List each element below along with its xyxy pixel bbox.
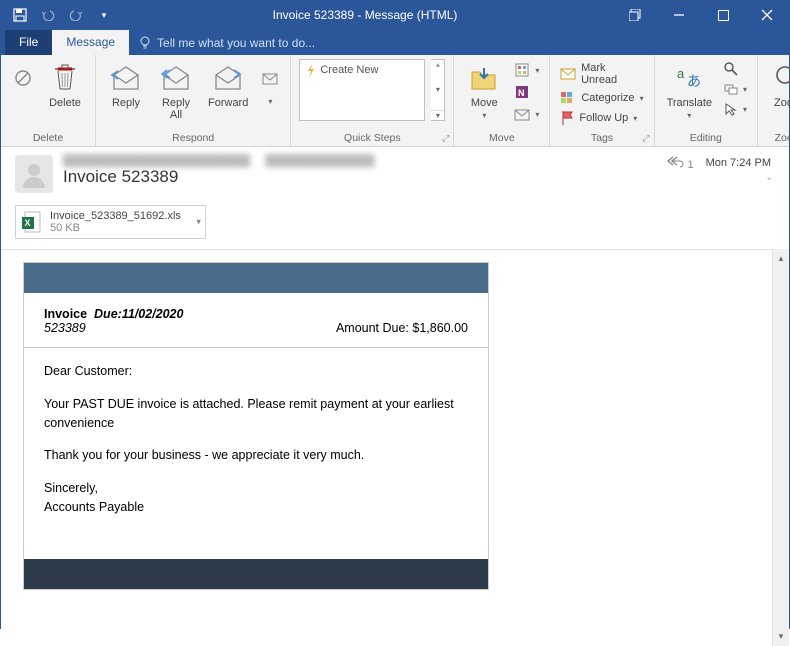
- forward-button[interactable]: Forward: [204, 59, 252, 111]
- find-button[interactable]: [722, 61, 749, 77]
- attachment-name: Invoice_523389_51692.xls: [50, 210, 181, 222]
- save-button[interactable]: [7, 4, 33, 26]
- group-label-move: Move: [462, 131, 541, 144]
- actions-button[interactable]: ▾: [512, 105, 541, 123]
- ribbon-group-move: Move▾ ▾ N ▾ Move: [454, 55, 550, 146]
- invoice-bottom-band: [24, 559, 488, 589]
- qat-customize[interactable]: ▾: [91, 4, 117, 26]
- quicksteps-expand[interactable]: ▾: [431, 110, 444, 120]
- translate-button[interactable]: aあ Translate▾: [663, 59, 716, 124]
- tab-message[interactable]: Message: [52, 30, 129, 55]
- tell-me-search[interactable]: Tell me what you want to do...: [129, 31, 325, 55]
- window-title: Invoice 523389 - Message (HTML): [117, 8, 613, 22]
- quick-access-toolbar: ▾: [1, 4, 117, 26]
- message-date: Mon 7:24 PM: [706, 157, 771, 169]
- message-body-wrap: Invoice Due:11/02/2020 523389 Amount Due…: [1, 249, 789, 646]
- restore-down-button[interactable]: [613, 1, 657, 29]
- invoice-greeting: Dear Customer:: [44, 362, 468, 381]
- reply-icon: [110, 61, 142, 95]
- invoice-p1: Your PAST DUE invoice is attached. Pleas…: [44, 395, 468, 433]
- group-label-delete: Delete: [9, 131, 87, 144]
- translate-icon: aあ: [675, 61, 703, 95]
- message-subject: Invoice 523389: [63, 167, 656, 187]
- respond-more-button[interactable]: ▾: [258, 59, 282, 108]
- categorize-button[interactable]: Categorize ▾: [558, 90, 645, 106]
- invoice-label: Invoice: [44, 307, 87, 321]
- quicksteps-down[interactable]: ▾: [431, 85, 444, 94]
- zoom-icon: [774, 61, 790, 95]
- ignore-button[interactable]: [9, 59, 37, 97]
- undo-button[interactable]: [35, 4, 61, 26]
- invoice-card: Invoice Due:11/02/2020 523389 Amount Due…: [23, 262, 489, 590]
- group-label-tags: Tags⤢: [558, 131, 645, 144]
- ribbon: Delete Delete Reply Reply All Forward ▾ …: [1, 55, 789, 147]
- lightning-icon: [306, 64, 316, 78]
- maximize-button[interactable]: [701, 1, 745, 29]
- scroll-down-icon[interactable]: ▾: [779, 631, 784, 642]
- minimize-button[interactable]: [657, 1, 701, 29]
- invoice-amount: Amount Due: $1,860.00: [336, 321, 468, 335]
- move-icon: [469, 61, 499, 95]
- attachment-item[interactable]: X Invoice_523389_51692.xls 50 KB ▾: [15, 205, 206, 239]
- invoice-sig2: Accounts Payable: [44, 498, 468, 517]
- group-label-quicksteps: Quick Steps⤢: [299, 131, 445, 144]
- delete-icon: [52, 61, 78, 95]
- zoom-button[interactable]: Zoom: [766, 59, 790, 111]
- group-label-respond: Respond: [104, 131, 282, 144]
- attachment-bar: X Invoice_523389_51692.xls 50 KB ▾: [1, 201, 789, 249]
- close-button[interactable]: [745, 1, 789, 29]
- move-button[interactable]: Move▾: [462, 59, 506, 124]
- svg-text:X: X: [25, 218, 31, 228]
- title-bar: ▾ Invoice 523389 - Message (HTML): [1, 1, 789, 29]
- svg-text:a: a: [677, 66, 685, 81]
- invoice-due: Due:11/02/2020: [94, 307, 183, 321]
- reply-button[interactable]: Reply: [104, 59, 148, 111]
- group-label-zoom: Zoom: [766, 131, 790, 144]
- svg-text:N: N: [518, 88, 525, 98]
- invoice-sig1: Sincerely,: [44, 479, 468, 498]
- ribbon-tab-bar: File Message Tell me what you want to do…: [1, 29, 789, 55]
- reply-all-quick[interactable]: 1: [666, 155, 693, 171]
- invoice-p2: Thank you for your business - we appreci…: [44, 446, 468, 465]
- scroll-up-icon[interactable]: ▴: [779, 253, 784, 264]
- follow-up-button[interactable]: Follow Up ▾: [558, 109, 645, 127]
- delete-button[interactable]: Delete: [43, 59, 87, 111]
- ribbon-group-tags: Mark Unread Categorize ▾ Follow Up ▾ Tag…: [550, 55, 654, 146]
- ribbon-group-delete: Delete Delete: [1, 55, 96, 146]
- header-expand[interactable]: ˇ: [767, 177, 771, 189]
- related-button[interactable]: ▾: [722, 81, 749, 97]
- group-label-editing: Editing: [663, 131, 749, 144]
- message-header: ████████████████████████ ██████████████ …: [1, 147, 789, 201]
- onenote-button[interactable]: N: [512, 83, 541, 101]
- message-body: Invoice Due:11/02/2020 523389 Amount Due…: [1, 249, 772, 646]
- attachment-dropdown[interactable]: ▾: [196, 217, 201, 228]
- attachment-size: 50 KB: [50, 222, 181, 234]
- ribbon-group-editing: aあ Translate▾ ▾ ▾ Editing: [655, 55, 758, 146]
- quicksteps-up[interactable]: ▴: [431, 60, 444, 69]
- reply-all-icon: [160, 61, 192, 95]
- excel-file-icon: X: [22, 211, 42, 233]
- mark-unread-button[interactable]: Mark Unread: [558, 61, 645, 87]
- ribbon-group-zoom: Zoom Zoom: [758, 55, 790, 146]
- rules-button[interactable]: ▾: [512, 61, 541, 79]
- window-controls: [613, 1, 789, 29]
- invoice-top-band: [24, 263, 488, 293]
- redo-button[interactable]: [63, 4, 89, 26]
- invoice-number: 523389: [44, 321, 86, 335]
- sender-address: ████████████████████████ ██████████████: [63, 155, 656, 167]
- lightbulb-icon: [139, 36, 151, 50]
- select-button[interactable]: ▾: [722, 101, 749, 117]
- forward-icon: [212, 61, 244, 95]
- tell-me-label: Tell me what you want to do...: [157, 36, 315, 50]
- sender-avatar: [15, 155, 53, 193]
- ribbon-group-respond: Reply Reply All Forward ▾ Respond: [96, 55, 291, 146]
- ribbon-group-quicksteps: Create New ▴ ▾ ▾ Quick Steps⤢: [291, 55, 454, 146]
- quick-steps-gallery[interactable]: Create New: [299, 59, 425, 121]
- reply-all-button[interactable]: Reply All: [154, 59, 198, 123]
- vertical-scrollbar[interactable]: ▴ ▾: [772, 249, 789, 646]
- tab-file[interactable]: File: [5, 30, 52, 55]
- svg-text:あ: あ: [687, 73, 701, 89]
